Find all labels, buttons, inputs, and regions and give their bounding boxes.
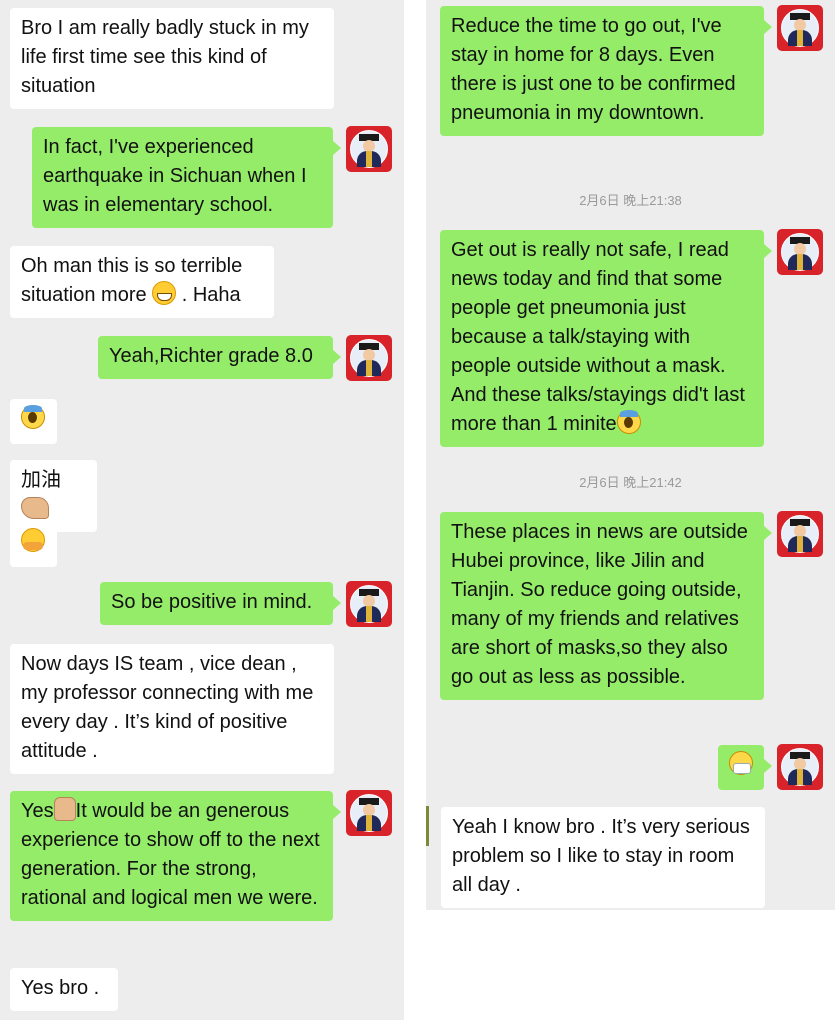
outgoing-message[interactable]: Reduce the time to go out, I've stay in … <box>440 6 772 136</box>
incoming-message[interactable]: Now days IS team , vice dean , my profes… <box>10 644 334 774</box>
outgoing-message[interactable] <box>718 745 772 790</box>
outgoing-message[interactable]: These places in news are outside Hubei p… <box>440 512 772 700</box>
incoming-message[interactable]: Yeah I know bro . It’s very serious prob… <box>441 807 765 908</box>
screaming-face-icon <box>21 405 45 429</box>
user-avatar[interactable] <box>777 511 823 557</box>
message-text: Yeah I know bro . It’s very serious prob… <box>452 816 750 896</box>
user-avatar[interactable] <box>346 581 392 627</box>
timestamp: 2月6日 晚上21:38 <box>579 193 682 208</box>
message-text: In fact, I've experienced earthquake in … <box>43 136 307 216</box>
incoming-message[interactable] <box>10 399 57 444</box>
message-text: Yes bro . <box>21 977 100 999</box>
message-text: Bro I am really badly stuck in my life f… <box>21 17 309 97</box>
flexed-biceps-icon <box>21 497 49 519</box>
user-avatar[interactable] <box>346 335 392 381</box>
message-text: Reduce the time to go out, I've stay in … <box>451 15 736 124</box>
right-chat-panel: Reduce the time to go out, I've stay in … <box>426 0 835 910</box>
message-text: So be positive in mind. <box>111 591 313 613</box>
thumbs-up-icon <box>53 797 76 821</box>
message-text: Get out is really not safe, I read news … <box>451 239 745 435</box>
incoming-message[interactable]: Bro I am really badly stuck in my life f… <box>10 8 334 109</box>
message-text: Now days IS team , vice dean , my profes… <box>21 653 314 762</box>
outgoing-message[interactable]: Get out is really not safe, I read news … <box>440 230 772 447</box>
hugging-face-icon <box>21 528 45 552</box>
message-text: 加油 <box>21 469 61 491</box>
user-avatar[interactable] <box>346 126 392 172</box>
outgoing-message[interactable]: Yes It would be an generous experience to… <box>10 791 341 921</box>
message-text: These places in news are outside Hubei p… <box>451 521 748 688</box>
screaming-face-icon <box>616 410 641 434</box>
message-text-tail: . Haha <box>181 284 241 306</box>
incoming-message[interactable]: Oh man this is so terrible situation mor… <box>10 246 274 318</box>
left-chat-panel: Bro I am really badly stuck in my life f… <box>0 0 404 1020</box>
timestamp: 2月6日 晚上21:42 <box>579 475 682 490</box>
incoming-message[interactable]: Yes bro . <box>10 968 118 1011</box>
incoming-message[interactable] <box>10 522 57 567</box>
user-avatar[interactable] <box>777 744 823 790</box>
grinning-face-icon <box>152 281 177 305</box>
outgoing-message[interactable]: Yeah,Richter grade 8.0 <box>98 336 341 379</box>
user-avatar[interactable] <box>777 5 823 51</box>
user-avatar[interactable] <box>777 229 823 275</box>
message-text: Yes <box>21 800 54 822</box>
face-with-mask-icon <box>729 751 753 775</box>
outgoing-message[interactable]: In fact, I've experienced earthquake in … <box>32 127 341 228</box>
user-avatar[interactable] <box>346 790 392 836</box>
message-text: Yeah,Richter grade 8.0 <box>109 345 313 367</box>
outgoing-message[interactable]: So be positive in mind. <box>100 582 341 625</box>
partial-avatar <box>426 806 429 846</box>
